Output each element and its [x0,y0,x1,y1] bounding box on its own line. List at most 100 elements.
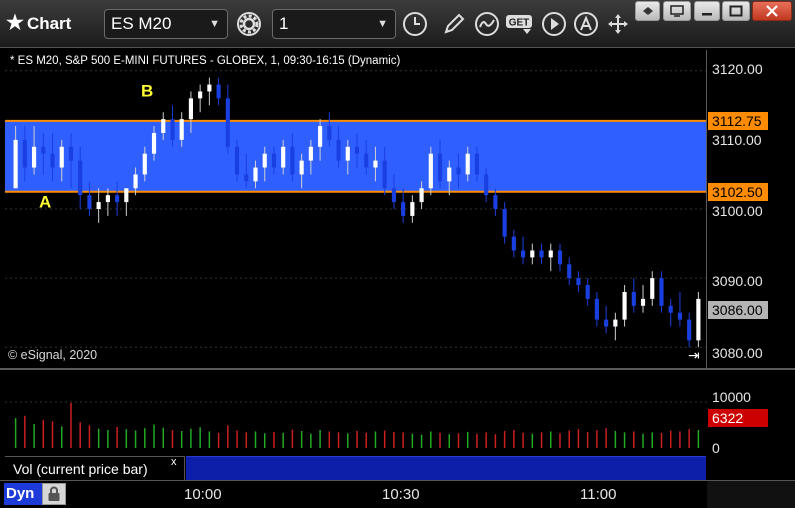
scroll-end-icon: ⇥ [688,348,700,364]
symbol-combo[interactable]: ES M20 ▼ [104,9,228,39]
price-tick: 3110.00 [712,132,762,148]
time-tick: 10:30 [382,486,420,503]
minimize-icon[interactable] [694,1,720,21]
candle-body [78,160,83,196]
candle-body [31,146,37,168]
interval-combo[interactable]: 1 ▼ [272,9,396,39]
play-icon[interactable] [539,8,569,40]
candle-body [354,146,360,154]
annotation-b: B [141,81,153,100]
candle-body [511,236,516,251]
detach-icon[interactable] [663,1,691,21]
candle-body [179,119,184,140]
candle-body [410,202,415,216]
candle-body [567,264,572,279]
candle-body [474,153,480,175]
candle-body [68,146,74,161]
candle-body [290,146,295,175]
alert-icon[interactable] [571,8,601,40]
candle-body [493,195,498,209]
candle-body [696,298,701,341]
candle-body [401,202,406,216]
volume-tick: 10000 [712,389,751,405]
candle-body [428,153,433,189]
last-price-tag: 3086.00 [708,301,768,319]
candle-body [133,174,138,189]
cursor-move-icon[interactable] [603,8,633,40]
window-title: ★ Chart [6,10,71,36]
candle-body [22,139,27,168]
candle-body [124,188,129,203]
candle-body [207,84,212,92]
candle-body [345,146,350,161]
candle-body [299,160,304,175]
candle-body [502,209,507,237]
candle-body [557,250,563,265]
candle-body [318,126,323,147]
candle-body [659,278,664,306]
chevron-down-icon[interactable]: ▼ [209,10,220,38]
candle-body [668,305,673,313]
volume-close-icon[interactable]: x [171,456,177,468]
candle-body [604,319,609,327]
pencil-icon[interactable] [439,8,469,40]
chevron-down-icon[interactable]: ▼ [377,10,388,38]
candle-body [13,139,18,189]
candle-body [336,139,341,161]
candle-body [585,285,590,299]
clock-icon[interactable] [400,8,430,40]
candle-body [548,250,553,258]
support-resistance-zone [5,120,707,192]
candle-body [170,119,175,140]
candle-body [613,319,618,327]
annotation-a: A [39,193,51,212]
copyright-text: © eSignal, 2020 [8,348,98,362]
volume-tick: 0 [712,440,720,456]
candle-body [650,278,655,299]
candle-body [244,174,249,182]
study-wave-icon[interactable] [472,8,502,40]
candle-body [465,153,470,175]
candle-body [308,146,313,161]
price-chart: A B ⇥ [5,70,707,364]
volume-legend-bar [186,456,706,480]
price-tick: 3100.00 [712,203,763,219]
time-axis-corner [707,481,795,508]
volume-legend[interactable]: Vol (current price bar) [5,456,185,480]
candle-body [271,153,277,168]
candle-body [262,153,267,168]
zone-bottom-tag: 3102.50 [708,183,768,201]
get-icon[interactable]: GET [505,8,535,40]
symbol-value: ES M20 [111,14,172,33]
candle-body [364,153,369,168]
candle-body [687,319,692,341]
candle-body [521,250,526,258]
candle-body [41,146,46,154]
candle-body [594,298,599,320]
candle-body [198,91,203,99]
interval-value: 1 [279,14,289,33]
dynamic-button[interactable]: Dyn [4,483,42,505]
candle-body [576,278,581,286]
window-title-text: Chart [26,14,72,33]
candle-body [419,188,424,203]
settings-gear-icon[interactable] [234,8,264,40]
candle-body [456,167,461,175]
candle-body [234,146,240,175]
maximize-icon[interactable] [722,1,750,21]
price-pane[interactable]: A B ⇥ [5,50,707,368]
candle-body [622,291,627,320]
candle-body [640,298,646,306]
restore-icon[interactable] [635,1,660,21]
lock-icon[interactable] [42,483,66,505]
candle-body [188,98,193,120]
chart-description: * ES M20, S&P 500 E-MINI FUTURES - GLOBE… [10,55,401,67]
close-icon[interactable] [752,1,792,21]
star-icon[interactable]: ★ [6,12,24,34]
candle-body [87,195,92,209]
candle-body [115,195,120,203]
time-tick: 11:00 [580,486,617,503]
candle-body [151,132,157,154]
volume-last-tag: 6322 [708,409,768,427]
candle-body [382,160,387,189]
